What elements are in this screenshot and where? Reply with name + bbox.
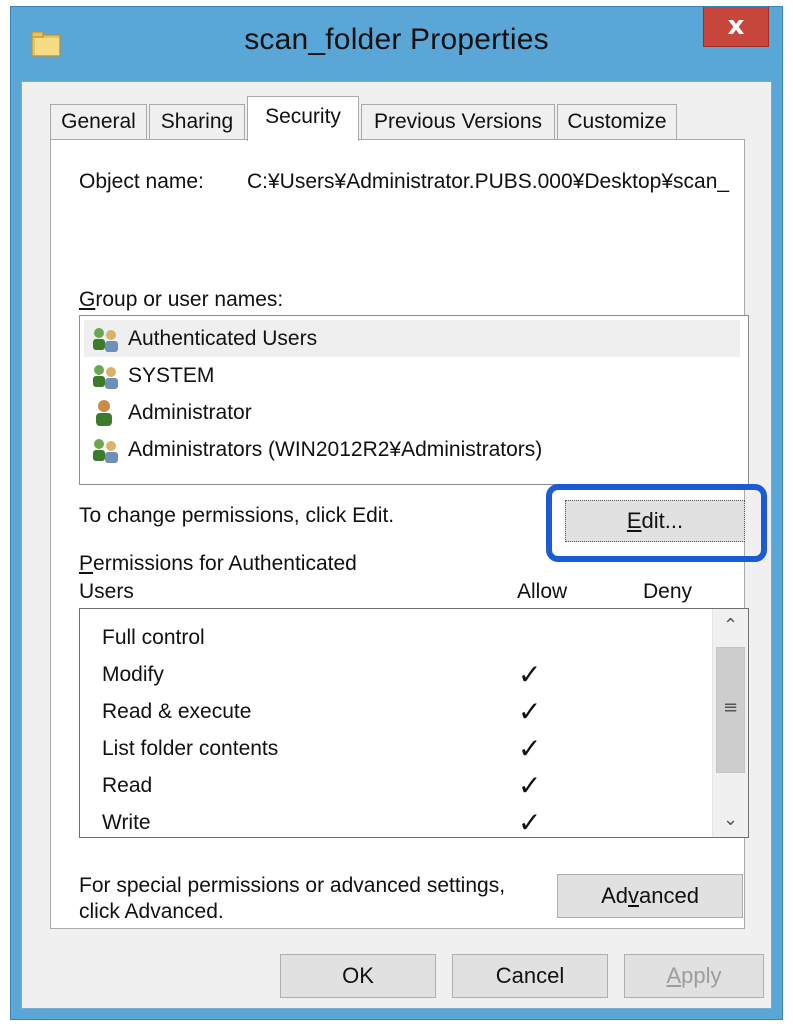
scroll-down-arrow-icon[interactable]: ⌄ xyxy=(713,803,748,837)
allow-check-icon: ✓ xyxy=(518,806,542,839)
advanced-hint-line2: click Advanced. xyxy=(79,900,224,923)
allow-check-icon: ✓ xyxy=(518,658,542,691)
window-title: scan_folder Properties xyxy=(244,23,549,56)
allow-check-icon: ✓ xyxy=(518,769,542,802)
user-name: SYSTEM xyxy=(128,364,215,387)
permission-row: Read & execute ✓ xyxy=(80,693,708,730)
scrollbar-thumb[interactable]: ≡ xyxy=(716,647,745,773)
user-name: Authenticated Users xyxy=(128,327,318,350)
list-item-system[interactable]: SYSTEM xyxy=(84,357,740,394)
permission-row: Modify ✓ xyxy=(80,656,708,693)
cancel-button[interactable]: Cancel xyxy=(452,954,608,998)
close-button[interactable]: x xyxy=(703,7,769,47)
allow-column-header: Allow xyxy=(517,580,568,603)
permission-name: Write xyxy=(102,811,151,834)
deny-column-header: Deny xyxy=(643,580,693,603)
tab-general[interactable]: General xyxy=(50,104,147,140)
permission-row: Read ✓ xyxy=(80,767,708,804)
advanced-button[interactable]: Advanced xyxy=(557,874,743,918)
title-bar[interactable]: scan_folder Properties x xyxy=(11,7,782,79)
permission-name: Read xyxy=(102,774,153,797)
permissions-scrollbar[interactable]: ⌃ ≡ ⌄ xyxy=(712,609,748,837)
group-or-user-names-label: Group or user names: xyxy=(79,288,284,311)
permission-name: Modify xyxy=(102,663,164,686)
tab-security[interactable]: Security xyxy=(247,96,359,141)
permission-name: List folder contents xyxy=(102,737,279,760)
apply-button[interactable]: Apply xyxy=(624,954,764,998)
permissions-label: Permissions for Authenticated xyxy=(79,552,357,575)
tab-previous-versions[interactable]: Previous Versions xyxy=(361,104,555,140)
user-group-icon xyxy=(93,439,118,463)
object-name-value: C:¥Users¥Administrator.PUBS.000¥Desktop¥… xyxy=(247,170,730,193)
ok-button[interactable]: OK xyxy=(280,954,436,998)
object-name-label: Object name: xyxy=(79,170,204,193)
security-tab-panel: Object name: C:¥Users¥Administrator.PUBS… xyxy=(50,139,767,929)
change-permissions-hint: To change permissions, click Edit. xyxy=(79,504,395,527)
dialog-client-area: General Sharing Security Previous Versio… xyxy=(21,81,772,1009)
advanced-hint-line1: For special permissions or advanced sett… xyxy=(79,874,506,897)
user-icon xyxy=(96,400,112,426)
list-item-administrator[interactable]: Administrator xyxy=(84,394,740,431)
allow-check-icon: ✓ xyxy=(518,732,542,765)
tab-customize[interactable]: Customize xyxy=(557,104,677,140)
permissions-label-line2: Users xyxy=(79,580,134,603)
list-item-administrators[interactable]: Administrators (WIN2012R2¥Administrators… xyxy=(84,431,740,468)
permission-name: Full control xyxy=(102,626,205,649)
list-item-authenticated-users[interactable]: Authenticated Users xyxy=(84,320,740,357)
user-group-icon xyxy=(93,365,118,389)
scroll-up-arrow-icon[interactable]: ⌃ xyxy=(713,609,748,643)
properties-window: scan_folder Properties x General Sharing… xyxy=(10,6,783,1020)
permission-row: Full control xyxy=(80,619,708,656)
tab-sharing[interactable]: Sharing xyxy=(149,104,245,140)
user-name: Administrators (WIN2012R2¥Administrators… xyxy=(128,438,543,461)
user-group-icon xyxy=(93,328,118,352)
user-name: Administrator xyxy=(128,401,252,424)
permissions-list[interactable]: Full control Modify ✓ Read & execute ✓ L… xyxy=(79,608,749,841)
allow-check-icon: ✓ xyxy=(518,695,542,728)
user-list[interactable]: Authenticated Users SYSTEM Administrator xyxy=(79,315,749,485)
tab-strip: General Sharing Security Previous Versio… xyxy=(50,96,750,141)
permission-name: Read & execute xyxy=(102,700,252,723)
edit-button[interactable]: Edit... xyxy=(565,500,745,542)
permission-row: Write ✓ xyxy=(80,804,708,841)
permission-row: List folder contents ✓ xyxy=(80,730,708,767)
